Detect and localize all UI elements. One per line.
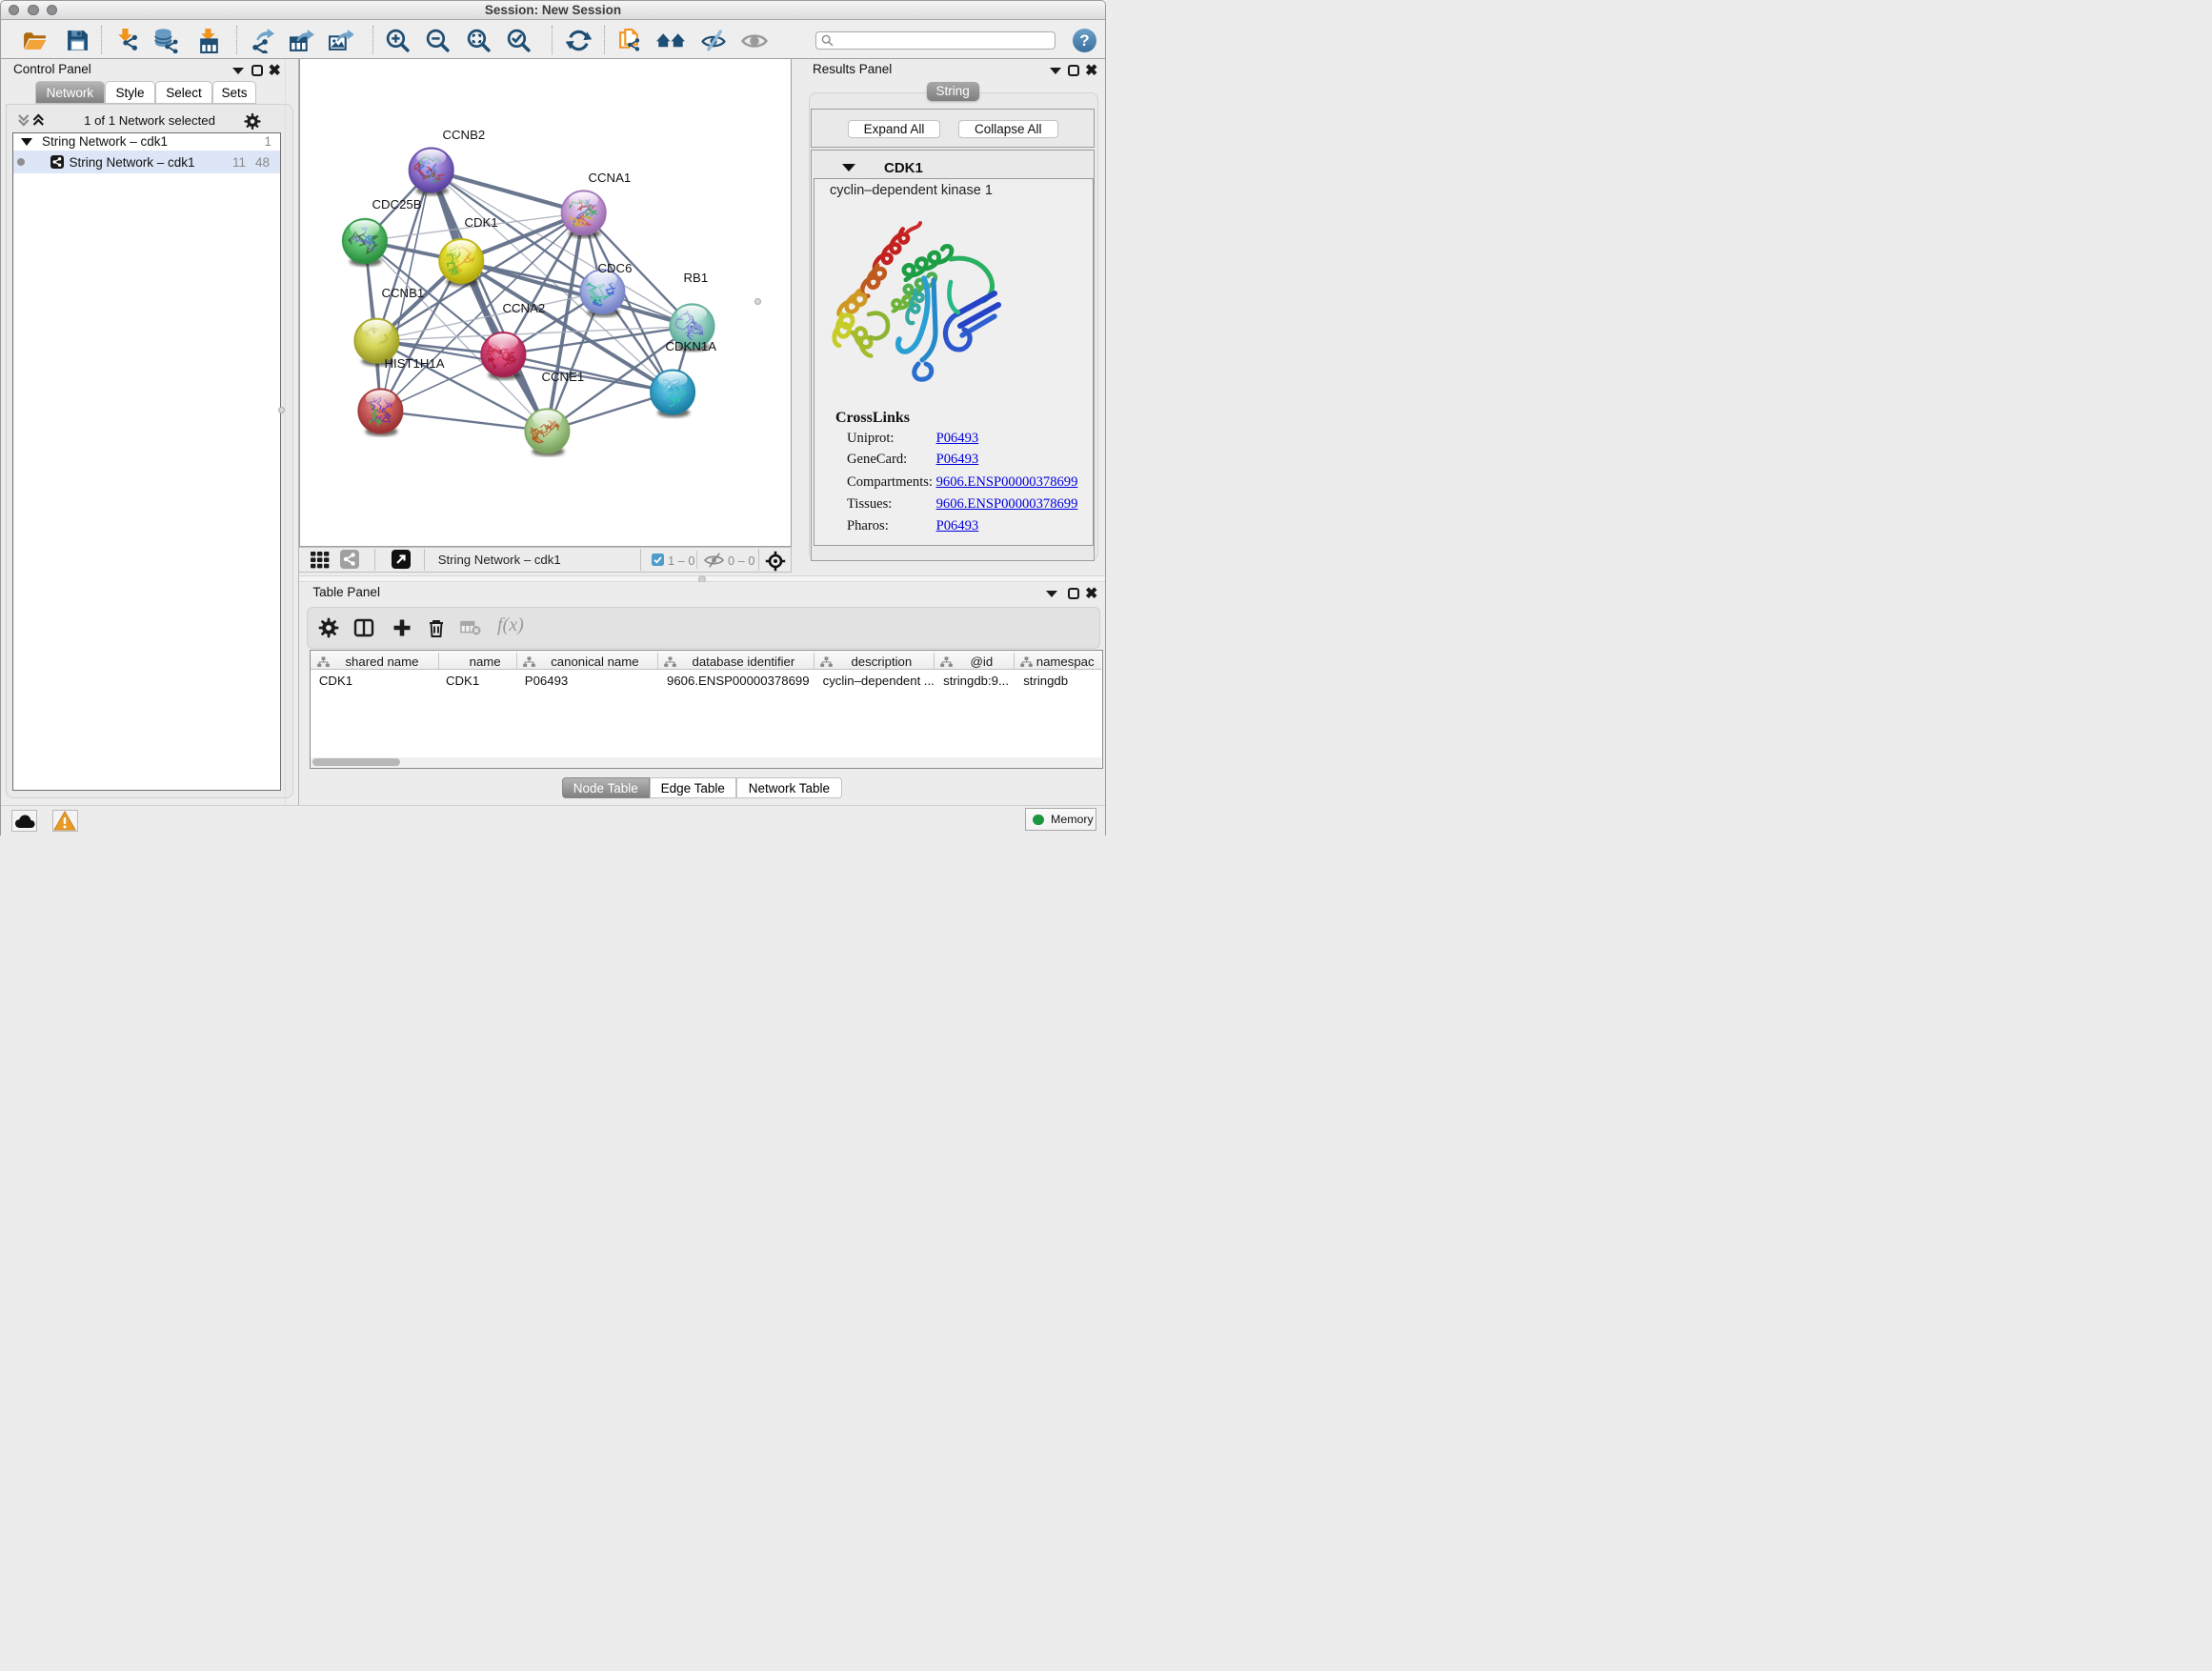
svg-text:CDK1: CDK1: [464, 215, 497, 230]
svg-text:CCNB1: CCNB1: [381, 286, 424, 300]
svg-text:CDKN1A: CDKN1A: [665, 339, 716, 353]
svg-text:HIST1H1A: HIST1H1A: [384, 356, 444, 371]
svg-text:RB1: RB1: [683, 271, 708, 285]
svg-text:CDC25B: CDC25B: [372, 197, 421, 211]
svg-text:CCNA2: CCNA2: [502, 301, 545, 315]
svg-text:CCNB2: CCNB2: [442, 128, 485, 142]
svg-text:CCNE1: CCNE1: [541, 370, 584, 384]
svg-text:CCNA1: CCNA1: [588, 171, 631, 185]
svg-text:CDC6: CDC6: [597, 261, 632, 275]
